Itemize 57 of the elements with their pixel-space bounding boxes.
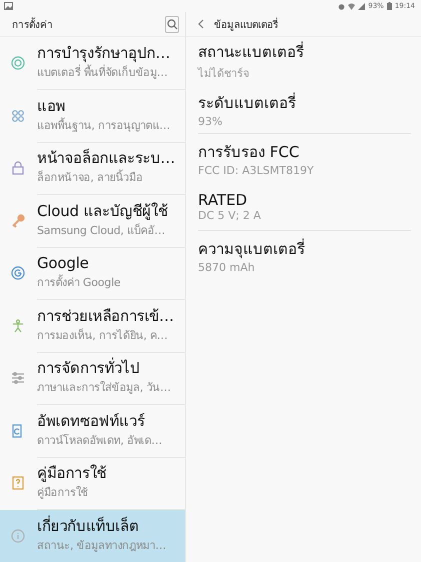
accessibility-icon [11, 318, 25, 333]
google-icon [11, 266, 25, 280]
item-subtitle: แอพพื้นฐาน, การอนุญาตแ… [37, 116, 171, 134]
info-icon [11, 528, 25, 543]
info-value: 93% [198, 114, 224, 128]
battery-icon [386, 2, 392, 10]
settings-title: การตั้งค่า [12, 16, 53, 32]
settings-item[interactable]: แอพ แอพพื้นฐาน, การอนุญาตแ… [0, 90, 185, 142]
item-subtitle: ล็อกหน้าจอ, ลายนิ้วมือ [37, 168, 144, 186]
settings-item[interactable]: Google การตั้งค่า Google [0, 247, 185, 300]
item-subtitle: ดาวน์โหลดอัพเดท, อัพเด… [37, 432, 163, 449]
page-title: ข้อมูลแบตเตอรี่ [214, 16, 278, 32]
item-title: อัพเดทซอฟท์แวร์ [37, 412, 146, 431]
signal-icon [358, 2, 366, 10]
info-value: ไม่ได้ชาร์จ [198, 66, 250, 82]
item-title: Cloud และบัญชีผู้ใช้ [37, 202, 169, 221]
item-title: Google [37, 254, 90, 274]
settings-item[interactable]: การบำรุงรักษาอุปก… แบตเตอรี่ พื้นที่จัดเก็บข้อมู… [0, 37, 185, 90]
search-button[interactable] [165, 16, 179, 32]
item-subtitle: สถานะ, ข้อมูลทางกฎหมา… [37, 538, 167, 554]
item-subtitle: การตั้งค่า Google [37, 274, 122, 292]
back-icon [198, 19, 204, 29]
info-title: RATED [198, 190, 248, 208]
item-title: การช่วยเหลือการเข้… [37, 306, 175, 326]
settings-item[interactable]: การจัดการทั่วไป ภาษาและการใส่ข้อมูล, วัน… [0, 352, 185, 404]
info-title: การรับรอง FCC [198, 142, 300, 162]
item-title: เกี่ยวกับแท็บเล็ต [37, 517, 140, 536]
item-title: แอพ [37, 96, 66, 116]
info-title: สถานะแบตเตอรี่ [198, 40, 305, 63]
item-title: หน้าจอล็อกและระบ… [37, 149, 176, 168]
settings-item[interactable]: การช่วยเหลือการเข้… การมองเห็น, การได้ยิน, ค… [0, 300, 185, 352]
info-title: ระดับแบตเตอรี่ [198, 92, 297, 114]
sliders-icon [11, 371, 25, 386]
settings-item[interactable]: เกี่ยวกับแท็บเล็ต สถานะ, ข้อมูลทางกฎหมา… [0, 510, 185, 562]
gallery-icon [4, 2, 13, 10]
wifi-icon [348, 2, 356, 10]
item-title: การจัดการทั่วไป [37, 359, 141, 378]
item-subtitle: ภาษาและการใส่ข้อมูล, วัน… [37, 380, 172, 396]
info-value: DC 5 V; 2 A [198, 208, 262, 222]
item-subtitle: การมองเห็น, การได้ยิน, ค… [37, 327, 169, 344]
item-subtitle: แบตเตอรี่ พื้นที่จัดเก็บข้อมู… [37, 64, 168, 82]
apps-icon [11, 108, 25, 123]
item-subtitle: Samsung Cloud, แบ็คอั… [37, 222, 166, 239]
item-subtitle: คู่มือการใช้ [37, 485, 88, 502]
search-icon [166, 18, 178, 30]
settings-item[interactable]: อัพเดทซอฟท์แวร์ ดาวน์โหลดอัพเดท, อัพเด… [0, 404, 185, 457]
back-button[interactable] [198, 19, 204, 29]
manual-icon [11, 476, 25, 490]
item-title: คู่มือการใช้ [37, 464, 108, 484]
settings-item[interactable]: หน้าจอล็อกและระบ… ล็อกหน้าจอ, ลายนิ้วมือ [0, 142, 185, 194]
item-title: การบำรุงรักษาอุปก… [37, 44, 172, 64]
info-value: 5870 mAh [198, 260, 256, 274]
info-title: ความจุแบตเตอรี่ [198, 238, 306, 260]
key-icon [11, 214, 25, 228]
lock-icon [11, 161, 25, 176]
settings-item[interactable]: Cloud และบัญชีผู้ใช้ Samsung Cloud, แบ็คอั… [0, 194, 185, 247]
info-value: FCC ID: A3LSMT819Y [198, 164, 315, 176]
